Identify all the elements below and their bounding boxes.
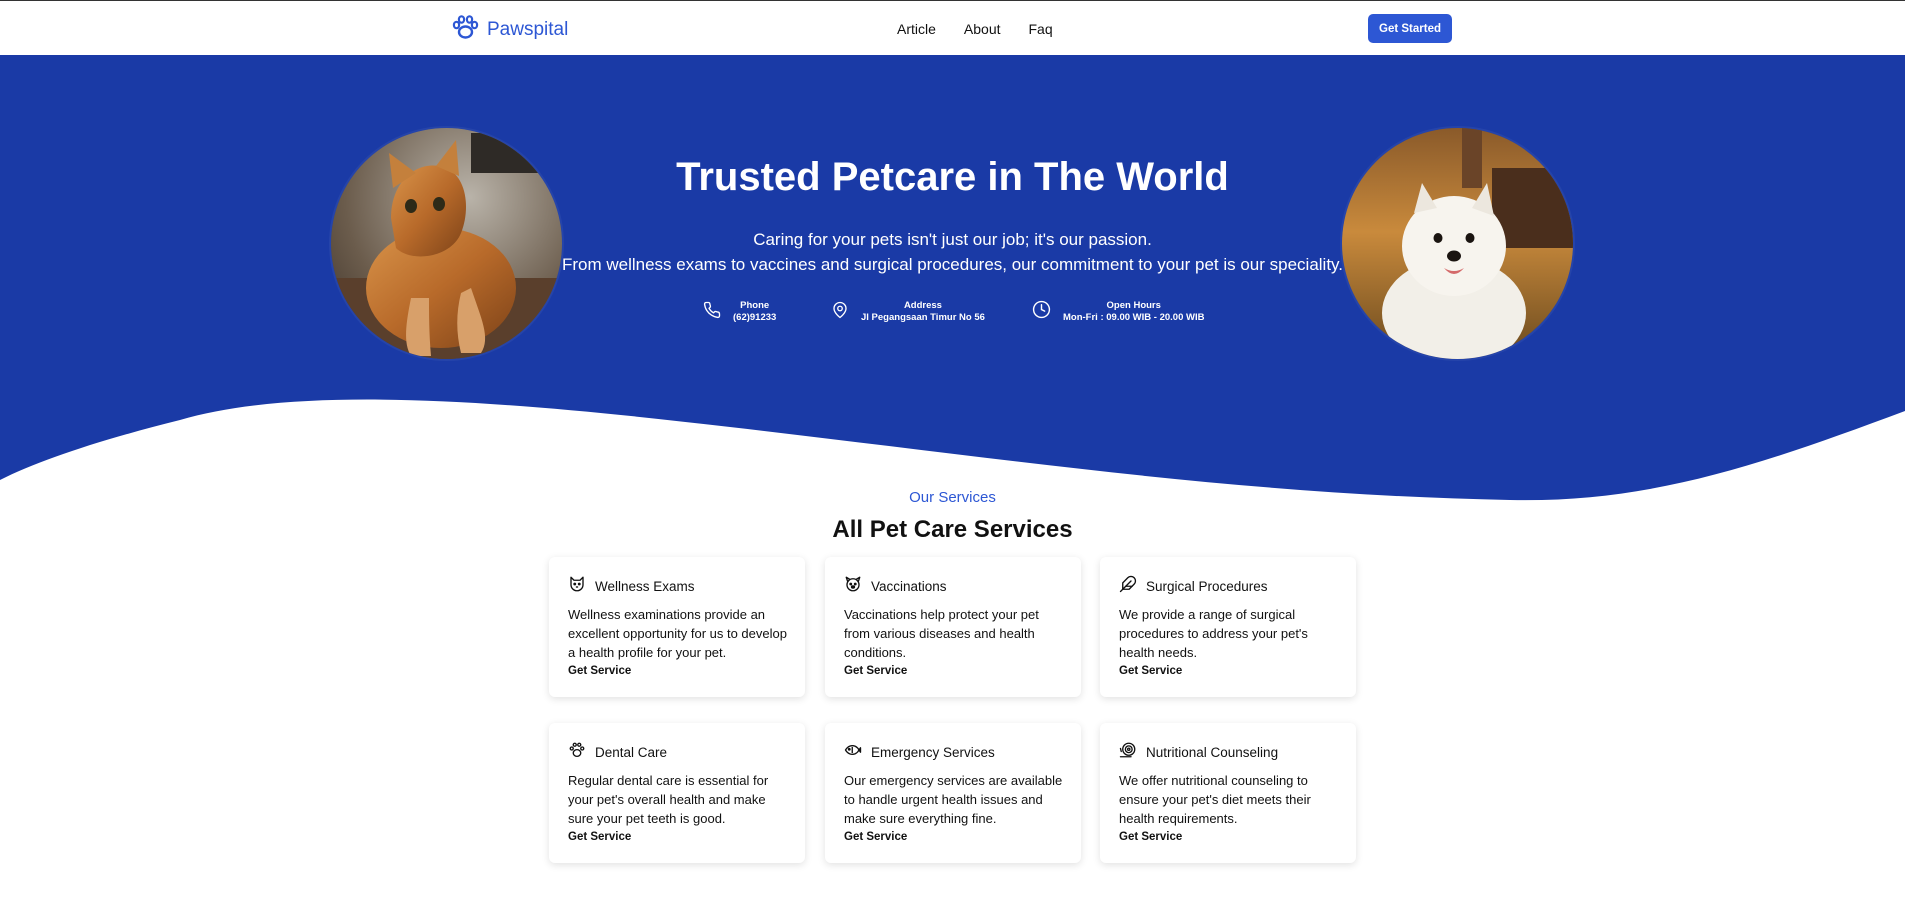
hero-subtitle: Caring for your pets isn't just our job;… (0, 227, 1905, 277)
nav-article[interactable]: Article (897, 21, 936, 37)
service-desc: Our emergency services are available to … (844, 773, 1063, 826)
nav-faq[interactable]: Faq (1029, 21, 1053, 37)
hero-wave-background (0, 55, 1905, 501)
service-card-dental: Dental Care Regular dental care is essen… (549, 723, 805, 863)
service-title: Dental Care (595, 745, 668, 760)
get-started-button[interactable]: Get Started (1368, 14, 1452, 43)
feather-icon (1119, 575, 1137, 598)
service-desc: Wellness examinations provide an excelle… (568, 607, 787, 660)
service-card-wellness: Wellness Exams Wellness examinations pro… (549, 557, 805, 697)
hero-title: Trusted Petcare in The World (676, 155, 1229, 199)
info-hours: Open Hours Mon-Fri : 09.00 WIB - 20.00 W… (1032, 300, 1204, 324)
logo-text: Pawspital (487, 19, 569, 40)
paw-logo-icon (452, 15, 479, 45)
service-card-nutrition: Nutritional Counseling We offer nutritio… (1100, 723, 1356, 863)
service-title: Wellness Exams (595, 579, 695, 594)
phone-label: Phone (740, 300, 770, 311)
services-title: All Pet Care Services (832, 516, 1073, 543)
map-pin-icon (831, 301, 849, 324)
site-header: Pawspital Article About Faq Get Started (0, 1, 1905, 55)
phone-value: (62)91233 (733, 312, 777, 323)
service-title: Emergency Services (871, 745, 995, 760)
nav-about[interactable]: About (964, 21, 1001, 37)
service-title: Surgical Procedures (1146, 579, 1268, 594)
info-phone: Phone (62)91233 (703, 300, 776, 324)
service-desc: Vaccinations help protect your pet from … (844, 607, 1039, 660)
service-title: Vaccinations (871, 579, 947, 594)
get-service-link[interactable]: Get Service (1119, 831, 1182, 843)
get-service-link[interactable]: Get Service (844, 665, 907, 677)
get-service-link[interactable]: Get Service (844, 831, 907, 843)
hero-subtitle-line2: From wellness exams to vaccines and surg… (561, 255, 1344, 274)
get-service-link[interactable]: Get Service (1119, 665, 1182, 677)
clock-icon (1032, 300, 1051, 324)
get-service-link[interactable]: Get Service (568, 665, 631, 677)
fish-icon (844, 741, 862, 764)
hero-section: Trusted Petcare in The World Caring for … (0, 55, 1905, 505)
address-value: Jl Pegangsaan Timur No 56 (861, 312, 985, 323)
paw-icon (568, 741, 586, 764)
service-card-emergency: Emergency Services Our emergency service… (825, 723, 1081, 863)
service-desc: Regular dental care is essential for you… (568, 773, 769, 826)
hours-label: Open Hours (1106, 300, 1161, 311)
phone-icon (703, 301, 721, 324)
service-desc: We provide a range of surgical procedure… (1119, 607, 1308, 660)
service-card-vaccinations: Vaccinations Vaccinations help protect y… (825, 557, 1081, 697)
hours-value: Mon-Fri : 09.00 WIB - 20.00 WIB (1063, 312, 1205, 323)
snail-icon (1119, 741, 1137, 764)
service-desc: We offer nutritional counseling to ensur… (1119, 773, 1311, 826)
service-card-surgical: Surgical Procedures We provide a range o… (1100, 557, 1356, 697)
hero-subtitle-line1: Caring for your pets isn't just our job;… (753, 230, 1152, 249)
info-address: Address Jl Pegangsaan Timur No 56 (831, 300, 985, 324)
address-label: Address (903, 300, 942, 311)
cat-face-icon (568, 575, 586, 598)
service-title: Nutritional Counseling (1146, 745, 1279, 760)
get-service-link[interactable]: Get Service (568, 831, 631, 843)
logo[interactable]: Pawspital (452, 15, 568, 45)
services-eyebrow: Our Services (909, 489, 996, 506)
dog-face-icon (844, 575, 862, 598)
main-nav: Article About Faq (897, 21, 1053, 37)
